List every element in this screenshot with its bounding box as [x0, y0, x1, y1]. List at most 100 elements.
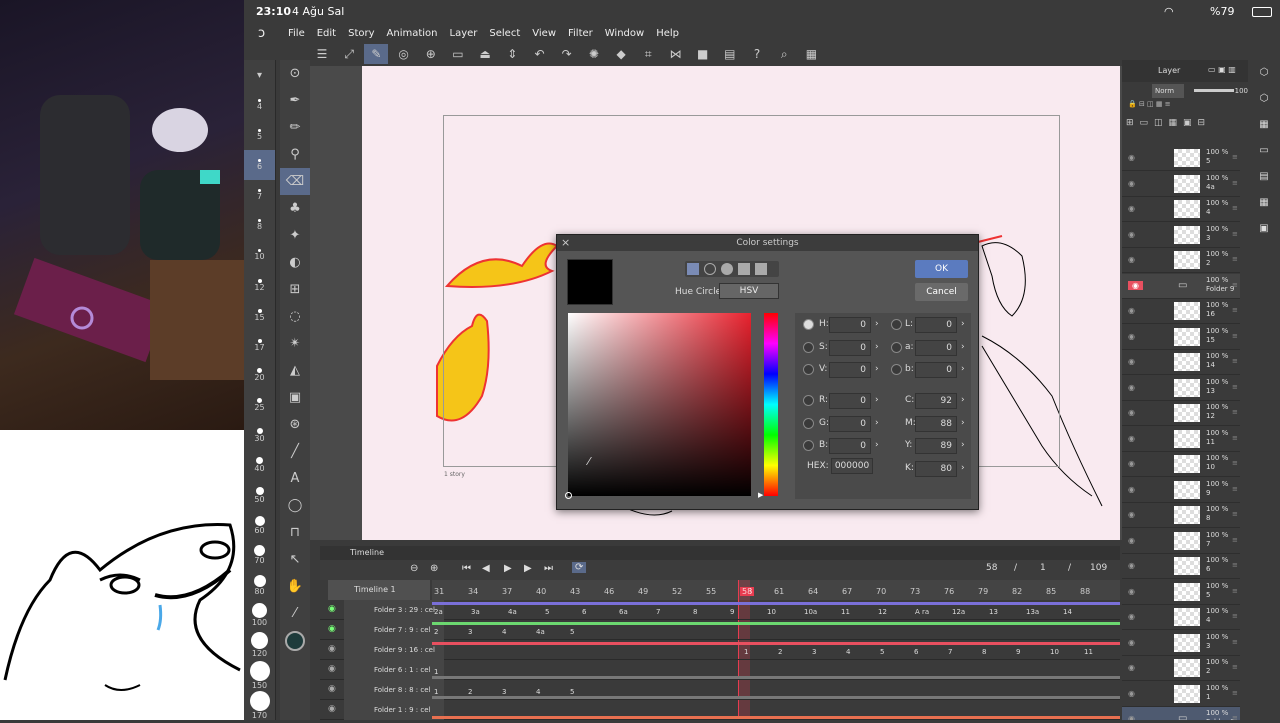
right-field-input[interactable]: 0: [915, 317, 957, 333]
timeline-track[interactable]: ◉ Folder 1 : 9 : cel: [320, 700, 1120, 720]
blend-tool-icon[interactable]: ◐: [280, 249, 310, 276]
right-field-input[interactable]: 0: [915, 362, 957, 378]
visibility-eye-icon[interactable]: ◉: [328, 664, 336, 674]
hue-circle-select[interactable]: HSV: [719, 283, 779, 299]
brush-size-item[interactable]: 25: [244, 390, 275, 420]
decoration-tool-icon[interactable]: ♣: [280, 195, 310, 222]
layer-menu-icon[interactable]: ≡: [1232, 204, 1238, 212]
export-icon[interactable]: ⏏: [473, 44, 497, 64]
brush-size-item[interactable]: 70: [244, 540, 275, 570]
brush-size-item[interactable]: 5: [244, 120, 275, 150]
left-field-radio[interactable]: [803, 395, 814, 406]
layer-eye-icon[interactable]: ◉: [1128, 306, 1135, 315]
menu-select[interactable]: Select: [483, 24, 526, 43]
layer-menu-icon[interactable]: ≡: [1232, 510, 1238, 518]
last-frame-icon[interactable]: ⏭: [544, 563, 553, 574]
right-field-stepper-icon[interactable]: ›: [961, 418, 965, 428]
brush-size-item[interactable]: 60: [244, 510, 275, 540]
layer-menu-icon[interactable]: ≡: [1232, 663, 1238, 671]
layer-item[interactable]: ◉ 100 % 7 ≡: [1122, 529, 1240, 554]
menu-help[interactable]: Help: [650, 24, 685, 43]
left-field-input[interactable]: 0: [829, 317, 871, 333]
visibility-eye-icon[interactable]: ◉: [328, 704, 336, 714]
brush-size-item[interactable]: 120: [244, 630, 275, 660]
palette-icon-3[interactable]: ▦: [1248, 112, 1280, 138]
left-field-radio[interactable]: [803, 319, 814, 330]
ruler-tool-icon[interactable]: ⊓: [280, 519, 310, 546]
layer-item[interactable]: ◉ 100 % 11 ≡: [1122, 427, 1240, 452]
blend-mode-select[interactable]: Norm: [1152, 84, 1184, 98]
layer-item[interactable]: ◉ 100 % 1 ≡: [1122, 682, 1240, 707]
layer-lock-icons[interactable]: 🔒 ⊟ ◫ ▦ ≡: [1122, 100, 1248, 110]
layer-eye-icon[interactable]: ◉: [1128, 179, 1135, 188]
fit-canvas-icon[interactable]: ⤢: [337, 45, 361, 65]
help-icon[interactable]: ?: [745, 44, 769, 64]
visibility-eye-icon[interactable]: ◉: [328, 684, 336, 694]
line-tool-icon[interactable]: ╱: [280, 438, 310, 465]
brush-size-item[interactable]: 7: [244, 180, 275, 210]
layer-menu-icon[interactable]: ≡: [1232, 689, 1238, 697]
left-field-input[interactable]: 0: [829, 339, 871, 356]
brush-size-item[interactable]: 10: [244, 240, 275, 270]
layer-menu-icon[interactable]: ≡: [1232, 332, 1238, 340]
onion-skin-icon[interactable]: ◎: [392, 44, 416, 64]
right-field-stepper-icon[interactable]: ›: [961, 440, 965, 450]
layer-folder-item[interactable]: ◉ ▭ 100 % Folder 9 ≡: [1122, 273, 1240, 299]
brush-size-item[interactable]: 12: [244, 270, 275, 300]
layer-eye-icon[interactable]: ◉: [1128, 689, 1135, 698]
layer-menu-icon[interactable]: ≡: [1232, 179, 1238, 187]
right-field-stepper-icon[interactable]: ›: [961, 319, 965, 329]
sparkle-tool-icon[interactable]: ✦: [280, 222, 310, 249]
frame-ruler[interactable]: 31 34 37 40 43 46 49 52 55 58 61 64 67 70 73 76 79 82 85 88: [432, 580, 1120, 600]
left-field-radio[interactable]: [803, 364, 814, 375]
right-field-radio[interactable]: [891, 341, 902, 353]
layer-eye-icon[interactable]: ◉: [1128, 561, 1135, 570]
right-field-stepper-icon[interactable]: ›: [961, 342, 965, 352]
left-field-radio[interactable]: [803, 341, 814, 353]
layer-item[interactable]: ◉ 100 % 4 ≡: [1122, 197, 1240, 222]
brush-size-item[interactable]: 30: [244, 420, 275, 450]
gradient-tool-icon[interactable]: ▣: [280, 384, 310, 411]
timeline-select[interactable]: Timeline 1: [328, 580, 430, 600]
grid-mode-icon[interactable]: [738, 263, 750, 275]
hand-tool-icon[interactable]: ✋: [280, 573, 310, 600]
layer-menu-icon[interactable]: ≡: [1232, 612, 1238, 620]
right-field-input[interactable]: 80: [915, 460, 957, 477]
layer-menu-icon[interactable]: ≡: [1232, 459, 1238, 467]
layer-menu-icon[interactable]: ≡: [1232, 255, 1238, 263]
layer-menu-icon[interactable]: ≡: [1232, 434, 1238, 442]
download-icon[interactable]: ⊙: [280, 60, 310, 87]
right-field-stepper-icon[interactable]: ›: [961, 395, 965, 405]
menu-view[interactable]: View: [526, 24, 562, 43]
mesh-tool-icon[interactable]: ⊞: [280, 276, 310, 303]
layer-item[interactable]: ◉ 100 % 5 ≡: [1122, 580, 1240, 605]
layer-menu-icon[interactable]: ≡: [1232, 281, 1238, 289]
new-file-icon[interactable]: ⊕: [419, 44, 443, 64]
prev-frame-icon[interactable]: ◀: [482, 563, 490, 574]
loop-icon[interactable]: ⟳: [572, 562, 587, 573]
fill-tool-icon[interactable]: ◭: [280, 357, 310, 384]
balloon-tool-icon[interactable]: ◯: [280, 492, 310, 519]
left-field-stepper-icon[interactable]: ›: [875, 418, 879, 428]
brush-size-item[interactable]: 40: [244, 450, 275, 480]
move-tool-icon[interactable]: ↖: [280, 546, 310, 573]
menu-window[interactable]: Window: [599, 24, 650, 43]
menu-edit[interactable]: Edit: [311, 24, 342, 43]
layer-eye-icon[interactable]: ◉: [1128, 383, 1135, 392]
layer-eye-icon[interactable]: ◉: [1128, 587, 1135, 596]
menu-animation[interactable]: Animation: [381, 24, 444, 43]
brush-tool-icon[interactable]: ⚲: [280, 141, 310, 168]
layer-eye-icon[interactable]: ◉: [1128, 663, 1135, 672]
pen-mode-icon[interactable]: ✎: [364, 44, 389, 64]
saturation-value-picker[interactable]: ⁄: [565, 313, 751, 499]
layer-item[interactable]: ◉ 100 % 15 ≡: [1122, 325, 1240, 350]
layer-eye-icon[interactable]: ◉: [1128, 536, 1135, 545]
layer-eye-icon[interactable]: ◉: [1128, 434, 1135, 443]
left-field-stepper-icon[interactable]: ›: [875, 364, 879, 374]
brush-size-item[interactable]: 50: [244, 480, 275, 510]
layer-menu-icon[interactable]: ≡: [1232, 153, 1238, 161]
layer-item[interactable]: ◉ 100 % 2 ≡: [1122, 248, 1240, 273]
operation-tool-icon[interactable]: ⊛: [280, 411, 310, 438]
right-field-stepper-icon[interactable]: ›: [961, 463, 965, 473]
palette-icon-1[interactable]: ⬡: [1248, 60, 1280, 86]
